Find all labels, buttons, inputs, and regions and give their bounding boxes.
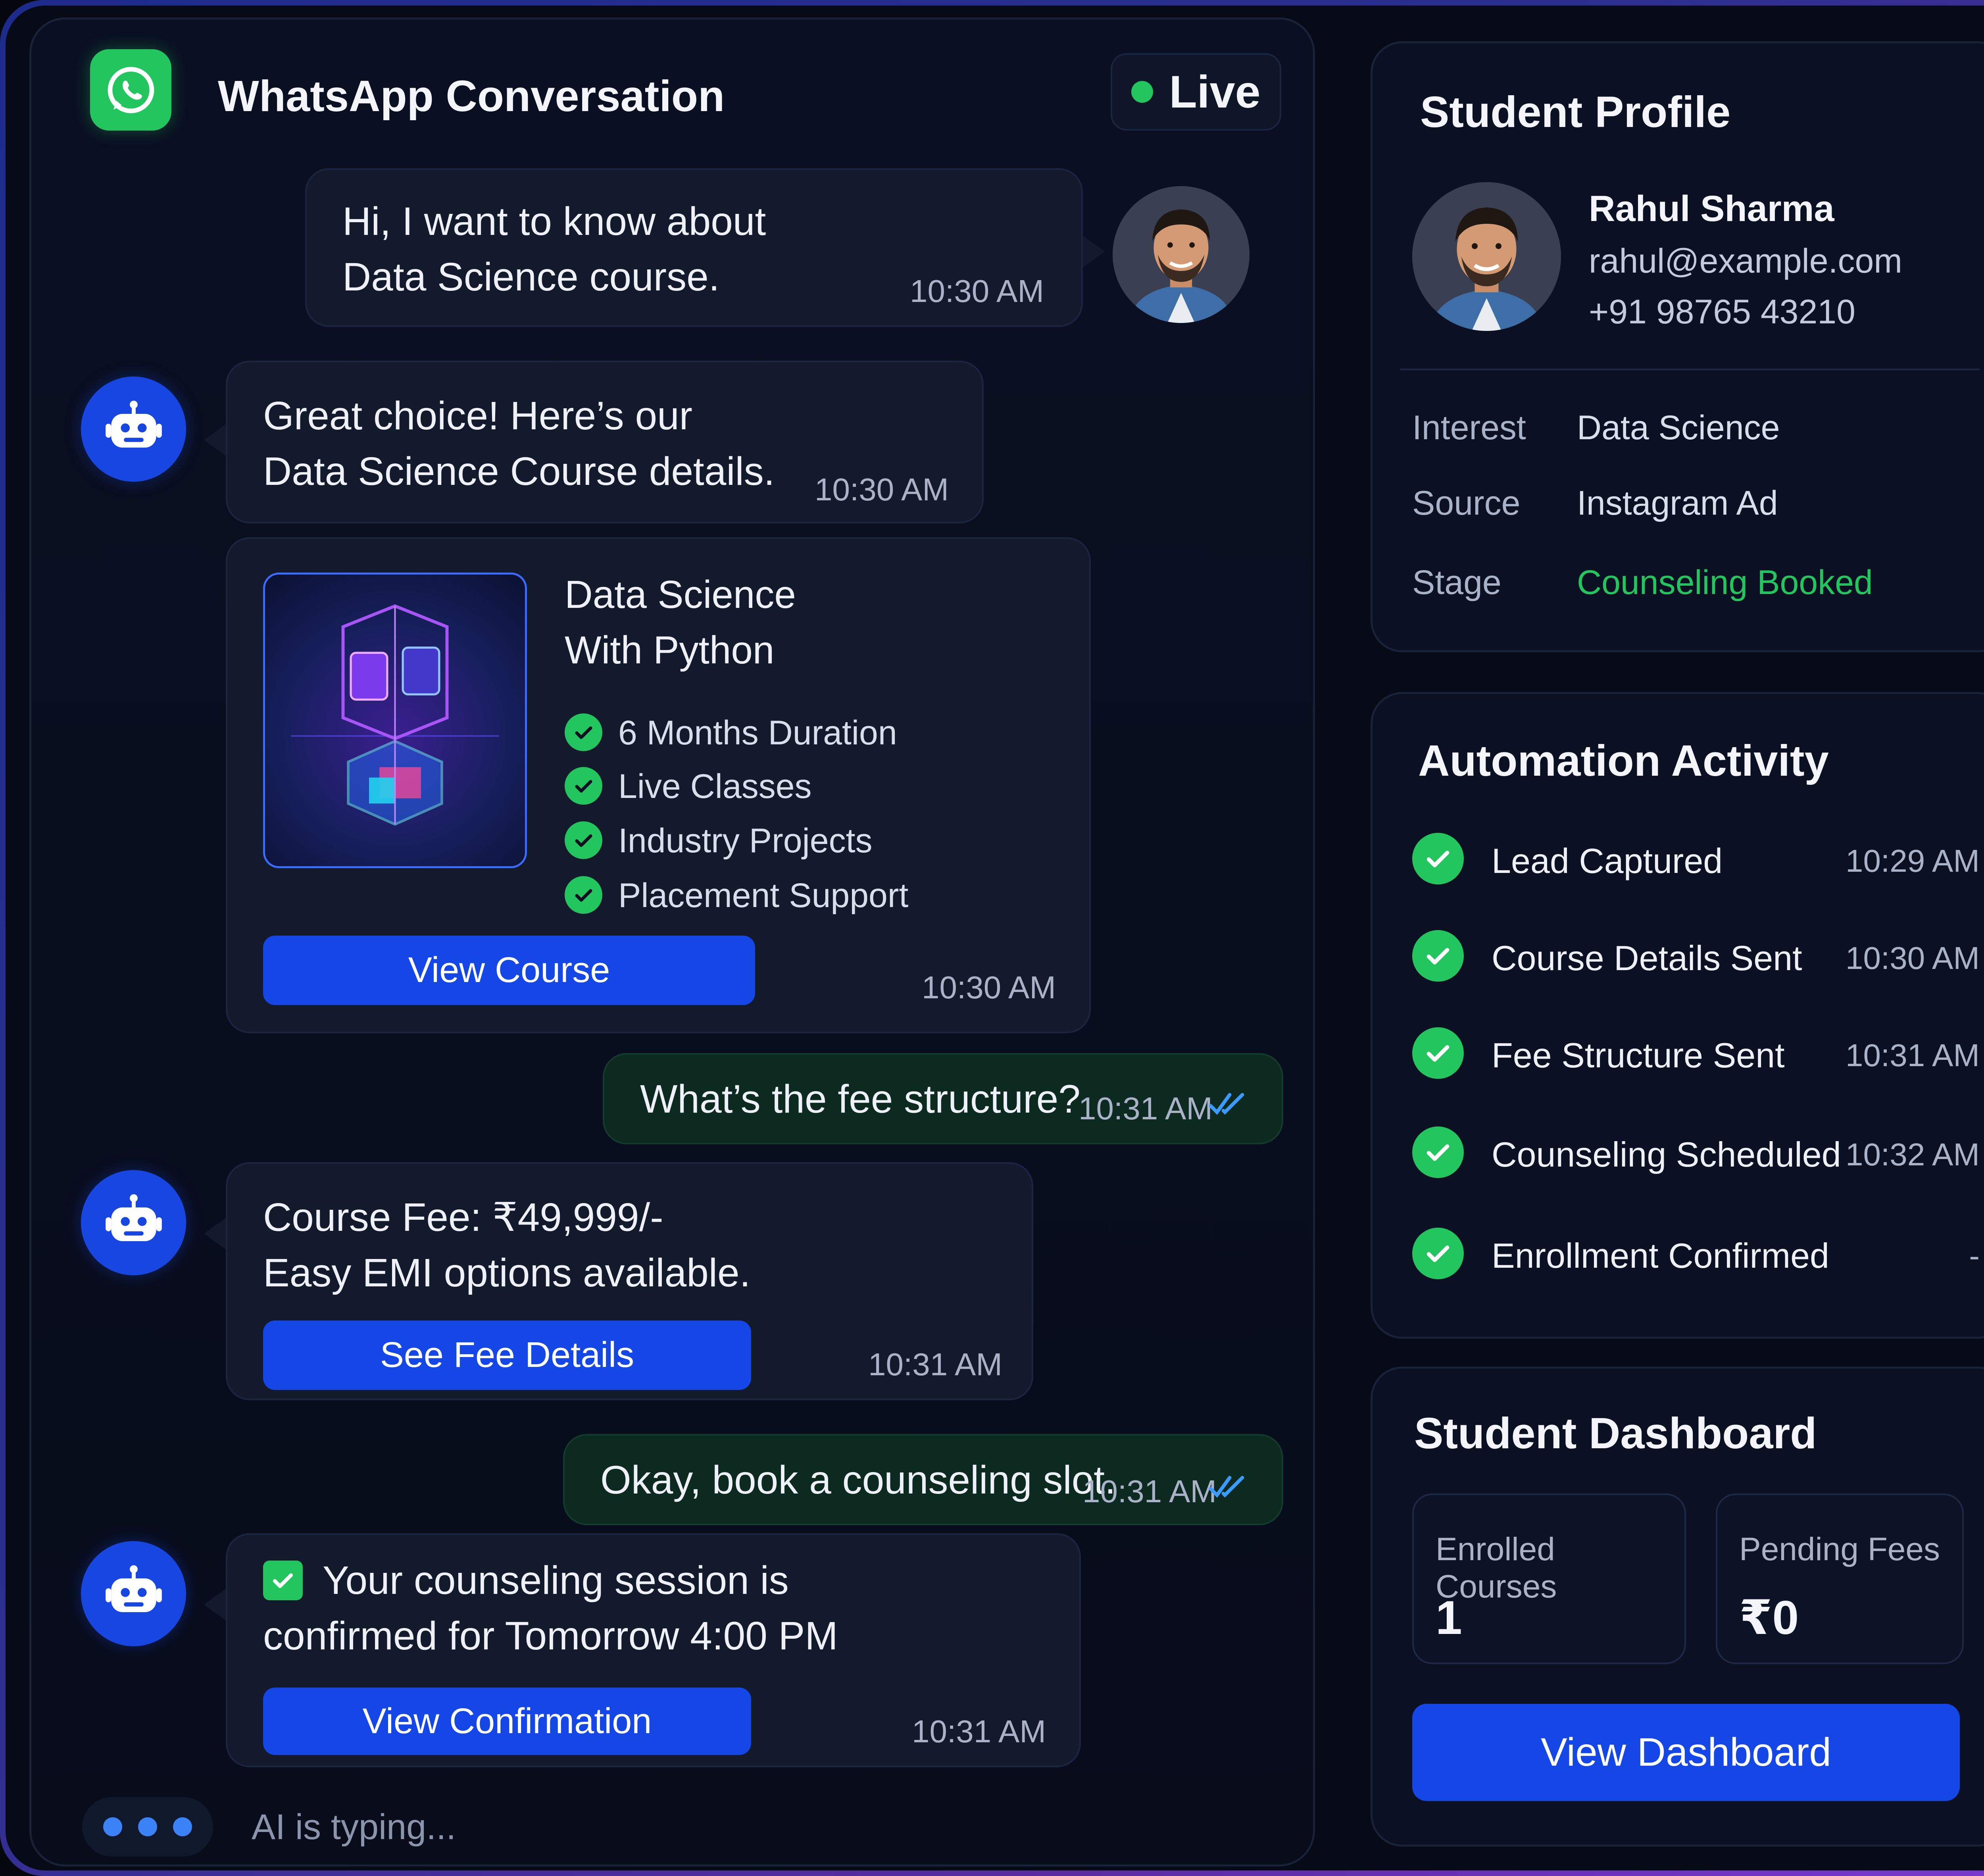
student-phone: +91 98765 43210 <box>1589 293 1855 331</box>
course-title: Data Science With Python <box>565 573 796 672</box>
bot-avatar <box>81 377 186 482</box>
live-dot-icon <box>1131 81 1153 103</box>
stat-label: Pending Fees <box>1739 1531 1940 1567</box>
message-text: Hi, I want to know about Data Science co… <box>342 199 766 299</box>
see-fee-details-button[interactable]: See Fee Details <box>263 1321 751 1390</box>
check-circle-icon <box>1412 1126 1464 1178</box>
course-feature: Industry Projects <box>618 822 873 860</box>
chat-title: WhatsApp Conversation <box>218 72 725 121</box>
field-label: Interest <box>1412 409 1526 447</box>
field-value-source: Instagram Ad <box>1577 484 1778 522</box>
typing-indicator <box>82 1797 213 1857</box>
bubble-tail <box>204 1218 226 1249</box>
profile-divider <box>1400 369 1980 370</box>
course-feature: Placement Support <box>618 876 909 915</box>
view-dashboard-button[interactable]: View Dashboard <box>1412 1704 1960 1801</box>
student-profile-card: Student Profile Rahul Sharma rahul@examp… <box>1371 41 1984 652</box>
student-name: Rahul Sharma <box>1589 188 1834 229</box>
check-circle-icon <box>1412 833 1464 884</box>
user-avatar <box>1113 186 1250 323</box>
profile-title: Student Profile <box>1420 88 1731 136</box>
field-value-interest: Data Science <box>1577 409 1780 447</box>
double-check-icon <box>1207 1088 1255 1122</box>
check-icon <box>565 767 602 805</box>
check-circle-icon <box>1412 930 1464 982</box>
bot-avatar <box>81 1170 186 1275</box>
app-frame: WhatsApp Conversation Live Hi, I want to… <box>0 0 1984 1876</box>
message-text: Okay, book a counseling slot. <box>600 1458 1116 1502</box>
stat-enrolled-courses: Enrolled Courses 1 <box>1412 1493 1686 1664</box>
message-bubble-bot: Your counseling session is confirmed for… <box>226 1533 1081 1767</box>
check-icon <box>565 713 602 751</box>
message-time: 10:30 AM <box>815 472 949 507</box>
stat-label: Enrolled Courses <box>1436 1531 1557 1605</box>
activity-time: 10:31 AM <box>1845 1038 1980 1073</box>
activity-label: Fee Structure Sent <box>1492 1036 1785 1075</box>
activity-label: Lead Captured <box>1492 841 1723 880</box>
message-time: 10:31 AM <box>868 1347 1003 1382</box>
message-text: What’s the fee structure? <box>640 1077 1080 1121</box>
activity-time: 10:29 AM <box>1845 843 1980 878</box>
course-feature: Live Classes <box>618 767 812 805</box>
activity-time: 10:32 AM <box>1845 1137 1980 1172</box>
typing-text: AI is typing... <box>252 1807 456 1847</box>
chat-panel: WhatsApp Conversation Live Hi, I want to… <box>29 17 1315 1866</box>
student-dashboard-card: Student Dashboard Enrolled Courses 1 Pen… <box>1371 1367 1984 1847</box>
double-check-icon <box>1207 1471 1255 1505</box>
field-label: Stage <box>1412 563 1501 602</box>
course-feature: 6 Months Duration <box>618 714 897 752</box>
stat-value: ₹0 <box>1739 1591 1799 1644</box>
check-icon <box>565 876 602 914</box>
field-label: Source <box>1412 484 1521 522</box>
check-icon <box>565 821 602 859</box>
typing-dot <box>103 1817 122 1836</box>
student-avatar <box>1412 182 1561 331</box>
message-text: Course Fee: ₹49,999/- Easy EMI options a… <box>263 1195 751 1295</box>
activity-title: Automation Activity <box>1418 736 1829 785</box>
bot-avatar <box>81 1541 186 1646</box>
app-window: WhatsApp Conversation Live Hi, I want to… <box>6 6 1984 1870</box>
course-card: Data Science With Python 6 Months Durati… <box>226 537 1091 1033</box>
bubble-tail <box>204 1589 226 1620</box>
dashboard-title: Student Dashboard <box>1414 1409 1817 1458</box>
message-bubble-bot: Great choice! Here’s our Data Science Co… <box>226 361 984 523</box>
stat-pending-fees: Pending Fees ₹0 <box>1716 1493 1964 1664</box>
view-course-button[interactable]: View Course <box>263 936 755 1005</box>
message-bubble-bot: Course Fee: ₹49,999/- Easy EMI options a… <box>226 1162 1033 1400</box>
message-text: Your counseling session is confirmed for… <box>263 1558 838 1658</box>
course-image <box>263 573 527 868</box>
check-circle-icon <box>1412 1228 1464 1279</box>
automation-activity-card: Automation Activity Lead Captured 10:29 … <box>1371 692 1984 1339</box>
message-text: Great choice! Here’s our Data Science Co… <box>263 394 775 494</box>
student-email: rahul@example.com <box>1589 242 1902 280</box>
bubble-tail <box>1083 236 1105 267</box>
message-bubble-user: What’s the fee structure? 10:31 AM <box>603 1053 1283 1144</box>
message-time: 10:31 AM <box>1079 1091 1213 1126</box>
message-time: 10:31 AM <box>1082 1474 1217 1509</box>
activity-label: Course Details Sent <box>1492 938 1802 978</box>
message-bubble-user: Okay, book a counseling slot. 10:31 AM <box>563 1434 1283 1525</box>
activity-time: 10:30 AM <box>1845 940 1980 976</box>
message-time: 10:31 AM <box>912 1714 1046 1749</box>
activity-time: - <box>1969 1238 1980 1273</box>
typing-dot <box>173 1817 192 1836</box>
live-status-text: Live <box>1169 66 1261 117</box>
bubble-tail <box>204 424 226 456</box>
stat-value: 1 <box>1436 1591 1462 1644</box>
activity-label: Enrollment Confirmed <box>1492 1236 1829 1275</box>
message-time: 10:30 AM <box>922 970 1056 1005</box>
field-value-stage: Counseling Booked <box>1577 563 1873 602</box>
whatsapp-icon <box>90 49 171 131</box>
view-confirmation-button[interactable]: View Confirmation <box>263 1688 751 1755</box>
live-status-badge: Live <box>1111 53 1281 131</box>
typing-dot <box>138 1817 157 1836</box>
check-circle-icon <box>1412 1027 1464 1079</box>
activity-label: Counseling Scheduled <box>1492 1135 1841 1174</box>
message-bubble-user: Hi, I want to know about Data Science co… <box>305 168 1083 327</box>
message-time: 10:30 AM <box>910 273 1044 309</box>
